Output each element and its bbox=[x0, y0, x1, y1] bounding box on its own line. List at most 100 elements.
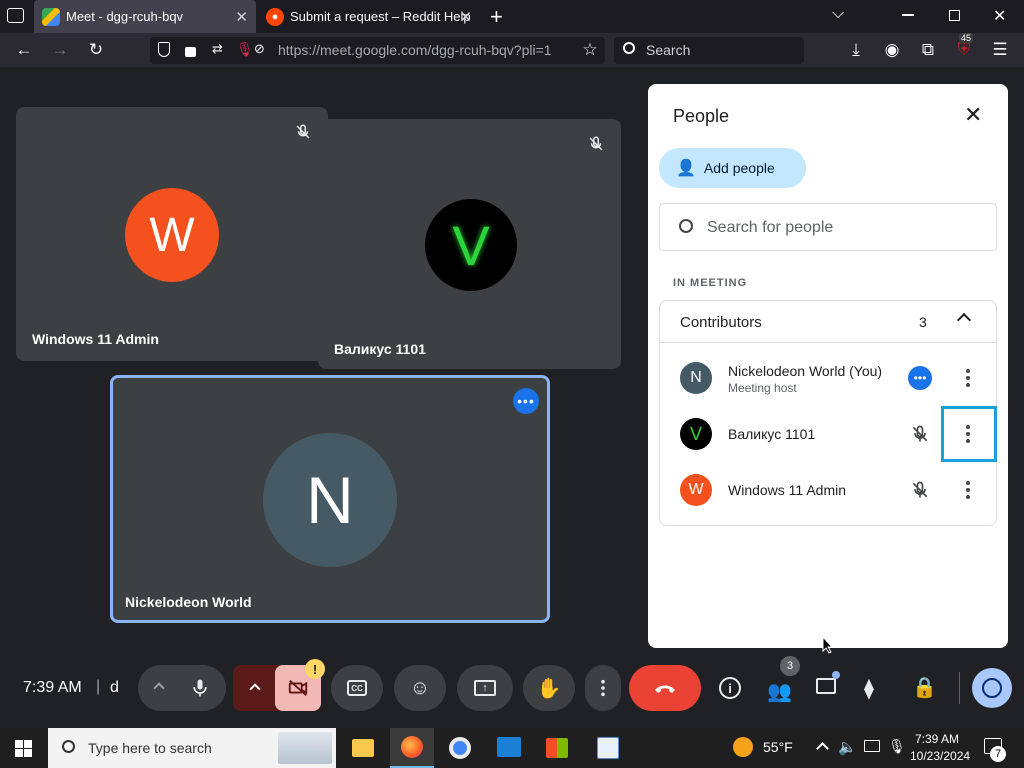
microphone-off-icon bbox=[296, 124, 310, 139]
taskbar-firefox-button[interactable] bbox=[390, 728, 434, 768]
permissions-icon[interactable]: ⇄ bbox=[212, 41, 223, 57]
control-separator bbox=[959, 672, 960, 704]
participant-name: Валикус 1101 bbox=[728, 426, 816, 442]
camera-blocked-icon[interactable]: ⊘ bbox=[254, 41, 265, 57]
participant-tile-windows-admin[interactable]: W Windows 11 Admin bbox=[16, 107, 328, 361]
tab-meet[interactable]: Meet - dgg-rcuh-bqv ✕ bbox=[34, 0, 256, 33]
browser-search-field[interactable]: Search bbox=[614, 37, 804, 64]
search-people-input[interactable]: Search for people bbox=[659, 203, 997, 251]
lock-icon[interactable] bbox=[185, 47, 196, 57]
raise-hand-button[interactable]: ✋ bbox=[523, 665, 575, 711]
participant-row: N Nickelodeon World (You) Meeting host •… bbox=[660, 350, 996, 406]
participant-name: Валикус 1101 bbox=[334, 341, 426, 357]
downloads-icon[interactable]: ⤓ bbox=[845, 39, 867, 61]
address-bar[interactable]: ⇄ 🎙 ⊘ https://meet.google.com/dgg-rcuh-b… bbox=[150, 37, 605, 64]
add-people-label: Add people bbox=[703, 160, 775, 176]
meeting-details-icon[interactable]: i bbox=[719, 677, 741, 699]
more-options-icon[interactable] bbox=[965, 368, 971, 388]
weather-temperature[interactable]: 55°F bbox=[763, 739, 793, 755]
more-options-icon[interactable] bbox=[965, 480, 971, 500]
mouse-cursor-icon bbox=[822, 636, 834, 654]
participant-tile-valikus[interactable]: V Валикус 1101 bbox=[318, 119, 621, 369]
close-tab-icon[interactable]: ✕ bbox=[459, 8, 472, 26]
bookmark-star-icon[interactable]: ☆ bbox=[579, 39, 601, 61]
more-options-icon[interactable] bbox=[965, 424, 971, 444]
participant-avatar: V bbox=[425, 199, 517, 291]
more-options-icon[interactable]: ••• bbox=[513, 388, 539, 414]
reactions-button[interactable]: ☺ bbox=[394, 665, 446, 711]
avatar-initial: N bbox=[306, 463, 354, 537]
windows-taskbar: Type here to search 55°F 🔈 🎙 7:39 AM 10/… bbox=[0, 728, 1024, 768]
list-tabs-chevron-icon[interactable]: ⌵ bbox=[832, 5, 844, 23]
leave-call-button[interactable] bbox=[629, 665, 701, 711]
tracking-protection-icon[interactable] bbox=[158, 42, 170, 57]
camera-warning-badge: ! bbox=[305, 659, 325, 679]
participant-avatar: N bbox=[263, 433, 397, 567]
back-icon[interactable]: ← bbox=[13, 39, 35, 61]
microphone-off-icon bbox=[589, 136, 603, 151]
video-options-chevron-icon[interactable] bbox=[249, 683, 261, 695]
microphone-tray-icon[interactable]: 🎙 bbox=[888, 738, 906, 755]
host-controls-lock-icon[interactable]: 🔒 bbox=[912, 675, 937, 700]
search-icon bbox=[62, 740, 75, 753]
minimize-window-icon[interactable] bbox=[902, 14, 914, 16]
reddit-favicon: ● bbox=[266, 7, 284, 26]
emoji-icon: ☺ bbox=[409, 676, 431, 699]
new-tab-icon[interactable]: + bbox=[490, 4, 503, 30]
search-highlight-image bbox=[278, 732, 332, 764]
audio-options-chevron-icon[interactable] bbox=[153, 682, 165, 694]
chat-icon bbox=[816, 678, 836, 694]
microphone-off-icon bbox=[912, 425, 928, 442]
participant-role: Meeting host bbox=[728, 381, 797, 395]
present-screen-button[interactable]: ↑ bbox=[457, 665, 513, 711]
contributors-header[interactable]: Contributors 3 bbox=[660, 301, 996, 343]
avatar-initial: W bbox=[149, 208, 195, 262]
activities-icon[interactable]: ⧫ bbox=[864, 676, 874, 701]
taskbar-chrome-icon[interactable] bbox=[449, 737, 471, 759]
add-person-icon: 👤 bbox=[676, 160, 696, 177]
taskbar-file-explorer-icon[interactable] bbox=[352, 739, 374, 757]
chevron-up-icon[interactable] bbox=[956, 312, 972, 328]
timer-button[interactable] bbox=[972, 668, 1012, 708]
restore-window-icon[interactable] bbox=[949, 10, 960, 21]
windows-start-icon[interactable] bbox=[15, 740, 32, 757]
weather-icon[interactable] bbox=[733, 737, 753, 757]
taskbar-store-icon[interactable] bbox=[546, 738, 568, 758]
group-count: 3 bbox=[919, 314, 927, 330]
add-people-button[interactable]: 👤 Add people bbox=[659, 148, 806, 188]
clock-time[interactable]: 7:39 AM bbox=[915, 732, 959, 746]
more-options-button[interactable] bbox=[585, 665, 621, 711]
participant-name: Windows 11 Admin bbox=[728, 482, 847, 498]
people-button[interactable]: 👥 3 bbox=[764, 656, 800, 704]
reload-icon[interactable]: ↻ bbox=[85, 39, 107, 61]
captions-button[interactable]: CC bbox=[331, 665, 383, 711]
close-window-icon[interactable]: ✕ bbox=[993, 6, 1006, 26]
forward-icon[interactable]: → bbox=[49, 39, 71, 61]
taskbar-search-box[interactable]: Type here to search bbox=[48, 728, 336, 768]
close-panel-icon[interactable]: ✕ bbox=[964, 102, 982, 128]
participant-name: Nickelodeon World (You) bbox=[728, 363, 883, 379]
camera-off-icon bbox=[288, 679, 308, 697]
show-hidden-icons-chevron[interactable] bbox=[816, 742, 829, 755]
tab-reddit[interactable]: ● Submit a request – Reddit Help ✕ bbox=[258, 0, 480, 33]
network-icon[interactable] bbox=[864, 740, 880, 752]
people-icon: 👥 bbox=[767, 681, 792, 703]
tab-overview-icon[interactable] bbox=[7, 8, 24, 23]
clock-date[interactable]: 10/23/2024 bbox=[910, 749, 970, 763]
menu-hamburger-icon[interactable]: ☰ bbox=[989, 39, 1011, 61]
taskbar-paint-icon[interactable] bbox=[597, 737, 619, 759]
extensions-icon[interactable]: ⧉ bbox=[917, 39, 939, 61]
volume-icon[interactable]: 🔈 bbox=[838, 738, 857, 756]
chat-button[interactable] bbox=[815, 671, 840, 699]
search-placeholder: Search bbox=[646, 42, 691, 58]
panel-title: People bbox=[673, 106, 730, 126]
ublock-extension-icon[interactable]: ⛨ 45 bbox=[953, 33, 975, 61]
chat-unread-dot bbox=[832, 671, 840, 679]
close-tab-icon[interactable]: ✕ bbox=[235, 8, 248, 26]
microphone-blocked-icon[interactable]: 🎙 bbox=[236, 41, 254, 58]
more-vert-icon bbox=[601, 679, 605, 697]
taskbar-remote-desktop-icon[interactable] bbox=[497, 737, 521, 757]
account-icon[interactable]: ◉ bbox=[881, 39, 903, 61]
microphone-icon[interactable] bbox=[190, 678, 210, 698]
participant-tile-nickelodeon[interactable]: ••• N Nickelodeon World bbox=[110, 375, 550, 623]
